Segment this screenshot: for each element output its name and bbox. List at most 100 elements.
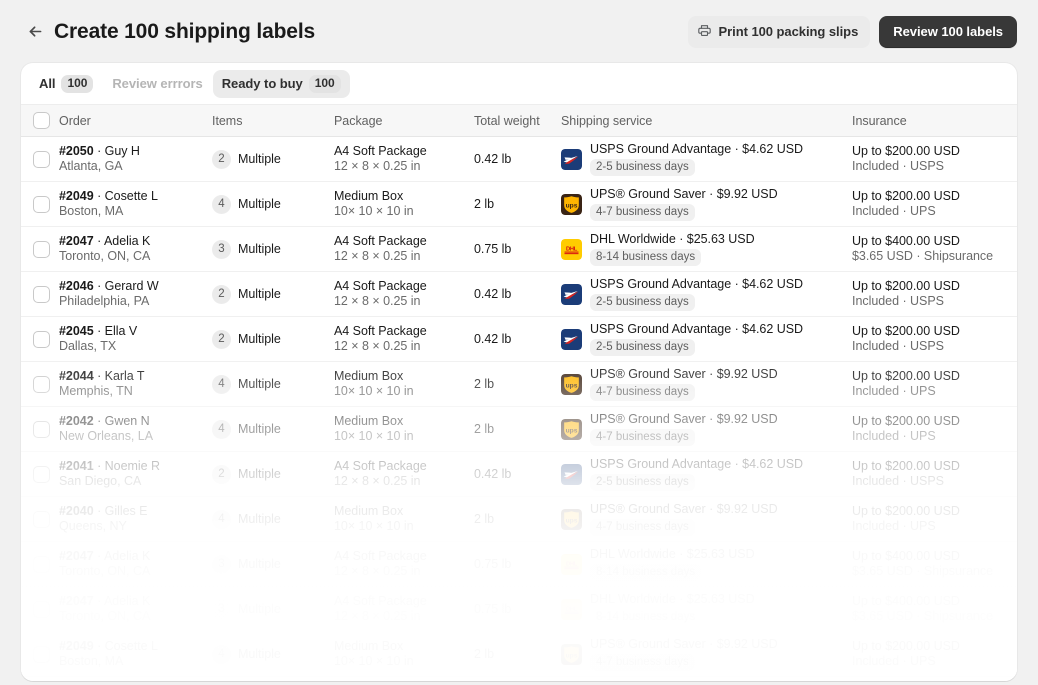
items-count-badge: 2 [212,329,231,349]
tab-ready-to-buy[interactable]: Ready to buy 100 [212,69,350,98]
order-location: Toronto, ON, CA [59,564,151,578]
row-checkbox[interactable] [32,510,50,528]
row-checkbox[interactable] [32,600,50,618]
package-name: A4 Soft Package [334,324,427,338]
order-location: Dallas, TX [59,339,117,353]
table-row[interactable]: #2046 · Gerard W Philadelphia, PA 2 Multipl… [21,272,1017,317]
order-location: New Orleans, LA [59,429,154,443]
row-checkbox[interactable] [32,330,50,348]
row-checkbox[interactable] [32,555,50,573]
table-row[interactable]: #2047 · Adelia K Toronto, ON, CA 3 Multiple… [21,587,1017,632]
package-name: A4 Soft Package [334,234,427,248]
tab-all[interactable]: All 100 [30,70,102,98]
back-button[interactable] [21,18,49,46]
table-row[interactable]: #2049 · Cosette L Boston, MA 4 Multiple Medi… [21,182,1017,227]
items-label: Multiple [238,421,281,436]
select-all-checkbox[interactable] [32,112,50,129]
order-location: Toronto, ON, CA [59,249,151,263]
order-location: San Diego, CA [59,474,142,488]
delivery-estimate-badge: 2-5 business days [590,474,695,491]
row-select-cell [21,420,59,438]
order-id: #2050 [59,144,94,158]
row-checkbox[interactable] [32,195,50,213]
row-checkbox[interactable] [32,240,50,258]
row-checkbox[interactable] [32,465,50,483]
insurance-cell: Up to $200.00 USD Included · UPS [852,369,1017,399]
order-id: #2047 [59,234,94,248]
svg-text:ups: ups [566,427,578,434]
svg-text:ups: ups [566,202,578,209]
review-labels-button[interactable]: Review 100 labels [879,15,1017,48]
order-id: #2049 [59,189,94,203]
shipping-service-name: USPS Ground Advantage · $4.62 USD [590,457,804,471]
svg-text:ups: ups [566,652,578,659]
order-customer: Adelia K [103,234,151,248]
shipping-service-name: UPS® Ground Saver · $9.92 USD [590,187,778,201]
row-checkbox[interactable] [32,150,50,168]
insurance-provider: Included · UPS [852,384,936,398]
order-location: Toronto, ON, CA [59,609,151,623]
ups-logo-icon: ups [561,643,582,665]
select-all-cell [21,112,59,129]
page-header: Create 100 shipping labels Print 100 pac… [0,0,1038,63]
order-customer: Cosette L [104,189,158,203]
insurance-amount: Up to $200.00 USD [852,639,960,653]
total-weight: 0.42 lb [474,151,512,166]
insurance-amount: Up to $200.00 USD [852,369,960,383]
insurance-provider: $3.65 USD · Shipsurance [852,609,994,623]
shipping-service-cell: DHL DHL Worldwide · $25.63 USD 8-14 busine… [561,592,852,626]
arrow-left-icon [27,23,44,40]
order-id: #2046 [59,279,94,293]
table-row[interactable]: #2044 · Karla T Memphis, TN 4 Multiple Mediu… [21,362,1017,407]
total-weight: 2 lb [474,511,495,526]
table-body: #2050 · Guy H Atlanta, GA 2 Multiple A4 Soft… [21,137,1017,677]
delivery-estimate-badge: 8-14 business days [590,249,702,266]
page-title: Create 100 shipping labels [54,19,316,43]
insurance-cell: Up to $200.00 USD Included · USPS [852,324,1017,354]
total-weight: 0.75 lb [474,556,512,571]
insurance-provider: Included · UPS [852,654,936,668]
items-count-badge: 4 [212,194,231,214]
package-dimensions: 10× 10 × 10 in [334,429,414,443]
items-cell: 2 Multiple [212,329,334,349]
row-checkbox[interactable] [32,420,50,438]
print-packing-slips-button[interactable]: Print 100 packing slips [687,15,871,48]
table-row[interactable]: #2049 · Cosette L Boston, MA 4 Multiple Medi… [21,632,1017,677]
insurance-cell: Up to $200.00 USD Included · USPS [852,144,1017,174]
items-cell: 2 Multiple [212,284,334,304]
row-checkbox[interactable] [32,375,50,393]
row-checkbox[interactable] [32,285,50,303]
tab-review-errors[interactable]: Review errrors [103,70,211,98]
shipping-service-cell: ups UPS® Ground Saver · $9.92 USD 4-7 busi… [561,412,852,446]
table-row[interactable]: #2050 · Guy H Atlanta, GA 2 Multiple A4 Soft… [21,137,1017,182]
order-cell: #2042 · Gwen N New Orleans, LA [59,414,212,444]
printer-icon [697,23,712,41]
order-customer: Noemie R [104,459,160,473]
shipping-service-cell: ups UPS® Ground Saver · $9.92 USD 4-7 busi… [561,637,852,671]
dhl-logo-icon: DHL [561,598,582,620]
items-label: Multiple [238,331,281,346]
row-select-cell [21,645,59,663]
table-row[interactable]: #2040 · Gilles E Queens, NY 4 Multiple Mediu… [21,497,1017,542]
items-label: Multiple [238,601,281,616]
order-customer: Adelia K [103,549,151,563]
ups-logo-icon: ups [561,193,582,215]
orders-table: Order Items Package Total weight Shippin… [21,104,1017,677]
shipping-service-cell: ups UPS® Ground Saver · $9.92 USD 4-7 busi… [561,187,852,221]
items-cell: 4 Multiple [212,194,334,214]
delivery-estimate-badge: 2-5 business days [590,339,695,356]
table-row[interactable]: #2047 · Adelia K Toronto, ON, CA 3 Multiple… [21,227,1017,272]
table-row[interactable]: #2042 · Gwen N New Orleans, LA 4 Multiple Me… [21,407,1017,452]
table-row[interactable]: #2041 · Noemie R San Diego, CA 2 Multiple A4… [21,452,1017,497]
table-row[interactable]: #2047 · Adelia K Toronto, ON, CA 3 Multiple… [21,542,1017,587]
row-checkbox[interactable] [32,645,50,663]
items-cell: 3 Multiple [212,239,334,259]
order-cell: #2049 · Cosette L Boston, MA [59,189,212,219]
shipping-service-name: USPS Ground Advantage · $4.62 USD [590,277,804,291]
column-header-weight: Total weight [474,113,540,128]
row-select-cell [21,150,59,168]
order-location: Boston, MA [59,654,124,668]
table-row[interactable]: #2045 · Ella V Dallas, TX 2 Multiple A4 Soft… [21,317,1017,362]
total-weight: 0.75 lb [474,241,512,256]
order-customer: Adelia K [103,594,151,608]
